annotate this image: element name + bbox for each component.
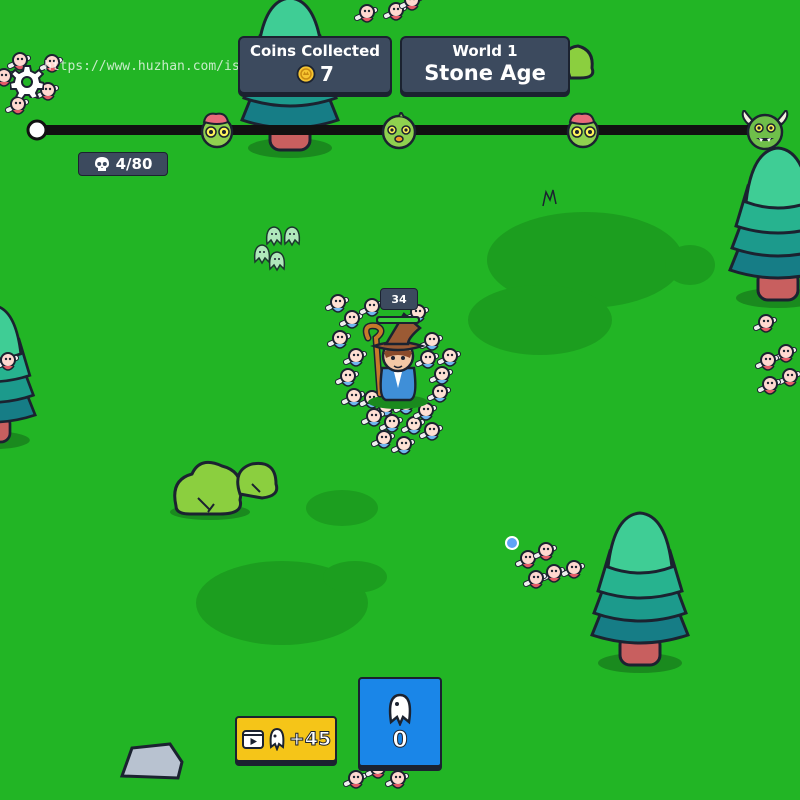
skull-icon xyxy=(94,157,109,171)
player-level: 34 xyxy=(391,292,407,306)
settings-button[interactable] xyxy=(8,64,46,101)
coins-value: 7 xyxy=(320,62,334,86)
world-label: World 1 xyxy=(452,42,518,60)
ghost-icon-large xyxy=(388,693,412,726)
settings-gear-icon xyxy=(8,65,46,101)
coins-row: 7 xyxy=(240,62,390,86)
game-viewport[interactable]: https://www.huzhan.com/ishop20712 Coins … xyxy=(0,0,800,800)
ghost-icon xyxy=(269,727,285,751)
coins-collected-panel: Coins Collected 7 xyxy=(238,36,392,94)
horned-ogre-icon xyxy=(741,110,789,151)
player-level-badge: 34 xyxy=(380,288,418,310)
video-ad-icon xyxy=(241,730,264,749)
watch-ad-reward-button[interactable]: +45 xyxy=(235,716,337,762)
world-name: Stone Age xyxy=(424,61,546,85)
coins-collected-title: Coins Collected xyxy=(249,42,381,60)
ghost-count: 0 xyxy=(392,727,408,753)
player-health-fill xyxy=(378,318,418,322)
ad-reward-amount: +45 xyxy=(288,728,332,751)
kill-count: 4/80 xyxy=(115,155,153,173)
green-slime-icon xyxy=(381,112,417,150)
gold-coin-icon xyxy=(296,64,316,84)
kill-counter: 4/80 xyxy=(78,152,168,176)
world-panel: World 1 Stone Age xyxy=(400,36,570,94)
zombie-brain-icon xyxy=(200,112,234,149)
ghost-summon-button[interactable]: 0 xyxy=(358,677,442,767)
zombie-brain-icon-2 xyxy=(566,112,600,149)
